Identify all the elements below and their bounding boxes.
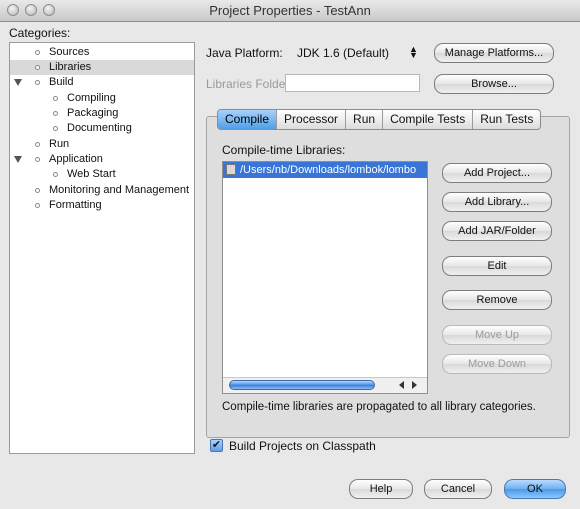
jar-icon [226,164,236,175]
tree-item-run[interactable]: Run [10,137,194,152]
tree-item-label: Monitoring and Management [49,184,190,196]
expand-triangle-icon[interactable] [14,156,22,163]
tree-item-packaging[interactable]: Packaging [10,106,194,121]
add-jar-folder-button[interactable]: Add JAR/Folder [442,221,552,241]
tree-item-build[interactable]: Build [10,75,194,90]
bullet-icon [53,96,58,101]
tree-item-label: Build [49,76,74,88]
library-path: /Users/nb/Downloads/lombok/lombo [240,164,417,176]
libraries-folder-field[interactable] [285,74,420,92]
bullet-icon [35,50,40,55]
add-library-button[interactable]: Add Library... [442,192,552,212]
updown-arrows-icon: ▲ ▼ [409,44,418,60]
move-up-button[interactable]: Move Up [442,325,552,345]
library-row[interactable]: /Users/nb/Downloads/lombok/lombo [223,162,427,178]
manage-platforms-button[interactable]: Manage Platforms... [434,43,554,63]
tree-item-label: Documenting [67,122,132,134]
tree-item-label: Run [49,138,70,150]
tab-compile[interactable]: Compile [218,110,278,129]
tree-item-label: Libraries [49,61,92,73]
ok-button[interactable]: OK [504,479,566,499]
cancel-button[interactable]: Cancel [424,479,492,499]
propagation-note: Compile-time libraries are propagated to… [222,401,536,413]
tree-item-formatting[interactable]: Formatting [10,198,194,213]
remove-button[interactable]: Remove [442,290,552,310]
edit-button[interactable]: Edit [442,256,552,276]
bullet-icon [35,188,40,193]
scrollbar-thumb[interactable] [229,380,375,390]
categories-label: Categories: [9,26,71,40]
tree-item-web-start[interactable]: Web Start [10,167,194,182]
tree-item-application[interactable]: Application [10,152,194,167]
tree-item-label: Web Start [67,168,116,180]
browse-button[interactable]: Browse... [434,74,554,94]
add-project-button[interactable]: Add Project... [442,163,552,183]
bullet-icon [53,111,58,116]
build-on-classpath-label: Build Projects on Classpath [229,439,376,453]
scroll-right-icon[interactable] [412,381,417,389]
tree-item-label: Sources [49,46,90,58]
compile-libraries-list[interactable]: /Users/nb/Downloads/lombok/lombo [222,161,428,394]
tab-compile-tests[interactable]: Compile Tests [383,110,474,129]
title-bar: Project Properties - TestAnn [0,0,580,22]
bullet-icon [35,142,40,147]
tab-run-tests[interactable]: Run Tests [473,110,540,129]
tree-item-label: Packaging [67,107,119,119]
tab-bar: Compile Processor Run Compile Tests Run … [217,109,542,130]
scroll-left-icon[interactable] [399,381,404,389]
move-down-button[interactable]: Move Down [442,354,552,374]
tree-item-documenting[interactable]: Documenting [10,121,194,136]
tree-item-label: Application [49,153,103,165]
help-button[interactable]: Help [349,479,413,499]
tree-item-compiling[interactable]: Compiling [10,91,194,106]
tree-item-sources[interactable]: Sources [10,45,194,60]
bullet-icon [35,65,40,70]
java-platform-value: JDK 1.6 (Default) [297,46,390,60]
tree-item-label: Formatting [49,199,102,211]
bullet-icon [35,203,40,208]
horizontal-scrollbar[interactable] [223,377,427,393]
bullet-icon [53,172,58,177]
java-platform-label: Java Platform: [206,46,283,60]
build-on-classpath-checkbox[interactable]: ✔ [210,439,223,452]
expand-triangle-icon[interactable] [14,79,22,86]
libraries-folder-label: Libraries Folder: [206,77,293,91]
window-title: Project Properties - TestAnn [209,3,371,18]
tab-run[interactable]: Run [346,110,384,129]
tree-item-label: Compiling [67,92,116,104]
tree-item-monitoring[interactable]: Monitoring and Management [10,183,194,198]
bullet-icon [53,126,58,131]
java-platform-select[interactable]: JDK 1.6 (Default) ▲ ▼ [297,45,419,61]
compile-libraries-label: Compile-time Libraries: [222,143,346,157]
tree-item-libraries[interactable]: Libraries [10,60,194,75]
categories-tree[interactable]: Sources Libraries Build Compiling Packag… [9,42,195,454]
tab-processor[interactable]: Processor [277,110,347,129]
bullet-icon [35,80,40,85]
bullet-icon [35,157,40,162]
